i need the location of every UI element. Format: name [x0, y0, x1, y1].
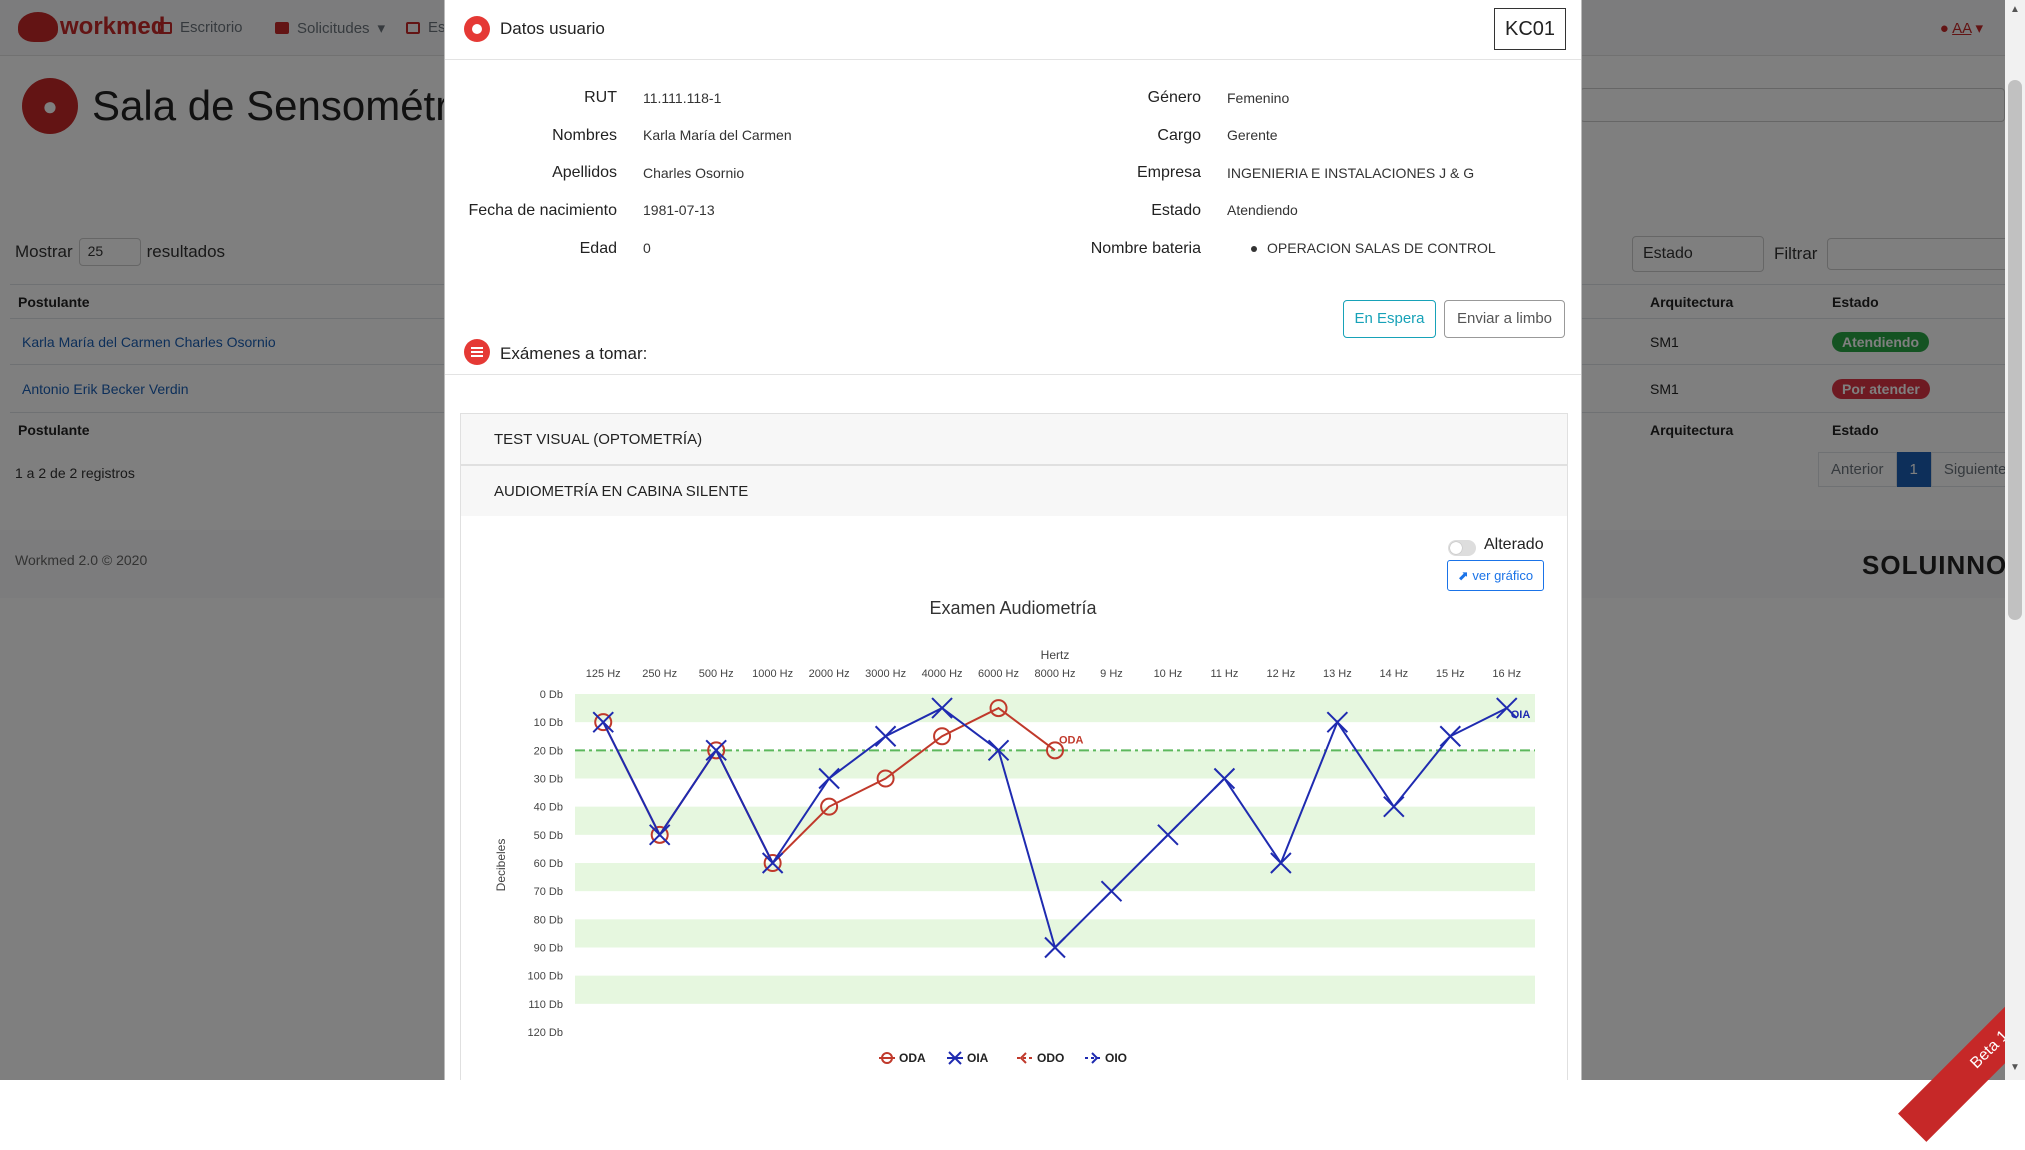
scroll-thumb[interactable]	[2008, 80, 2022, 620]
series-end-label: OIA	[1511, 709, 1531, 721]
datos-usuario-modal: Datos usuario KC01 RUT 11.111.118-1 Nomb…	[444, 0, 1582, 1080]
x-tick-label: 4000 Hz	[922, 668, 963, 680]
x-tick-label: 11 Hz	[1210, 668, 1238, 680]
x-tick-label: 3000 Hz	[865, 668, 906, 680]
legend-label: OIO	[1105, 1051, 1127, 1065]
y-tick-label: 0 Db	[540, 689, 563, 701]
series-line-oda	[602, 706, 1056, 865]
y-tick-label: 10 Db	[534, 717, 563, 729]
scroll-up-icon[interactable]: ▲	[2010, 4, 2020, 15]
legend-label: OIA	[967, 1051, 989, 1065]
grid-band	[575, 863, 1535, 892]
chart-legend: ODA OIA ODO OIO	[879, 1051, 1127, 1065]
y-tick-label: 40 Db	[534, 802, 563, 814]
x-tick-label: 125 Hz	[586, 668, 621, 680]
scroll-down-icon[interactable]: ▼	[2010, 1062, 2020, 1073]
x-tick-label: 500 Hz	[699, 668, 734, 680]
x-tick-label: 12 Hz	[1267, 668, 1296, 680]
data-point-oia	[874, 725, 897, 747]
y-tick-label: 80 Db	[534, 914, 563, 926]
y-tick-label: 20 Db	[534, 745, 563, 757]
series-end-label: ODA	[1059, 734, 1084, 746]
data-point-oia	[1439, 725, 1461, 747]
grid-band	[575, 919, 1535, 948]
x-tick-label: 10 Hz	[1154, 668, 1183, 680]
y-tick-label: 70 Db	[534, 886, 563, 898]
y-tick-label: 120 Db	[528, 1027, 563, 1039]
x-tick-label: 2000 Hz	[809, 668, 850, 680]
x-tick-label: 15 Hz	[1436, 668, 1465, 680]
audiometry-chart: Examen Audiometría Hertz Decibeles 0 Db 1…	[494, 598, 1535, 1065]
grid-band	[575, 694, 1535, 723]
x-tick-label: 16 Hz	[1492, 668, 1521, 680]
x-tick-label: 8000 Hz	[1035, 668, 1076, 680]
page-scrollbar[interactable]: ▲ ▼	[2005, 0, 2025, 1080]
y-tick-label: 60 Db	[534, 858, 563, 870]
x-tick-label: 9 Hz	[1100, 668, 1123, 680]
x-tick-label: 250 Hz	[642, 668, 677, 680]
y-axis-label: Decibeles	[494, 839, 508, 892]
chart-plot-area: 0 Db 10 Db 20 Db 30 Db 40 Db 50 Db 60 Db 70 Db 8…	[528, 668, 1535, 1039]
y-tick-label: 90 Db	[534, 943, 563, 955]
x-tick-label: 13 Hz	[1323, 668, 1352, 680]
legend-label: ODA	[899, 1051, 926, 1065]
y-tick-label: 100 Db	[528, 971, 563, 983]
legend-label: ODO	[1037, 1051, 1064, 1065]
y-tick-label: 50 Db	[534, 830, 563, 842]
chart-title: Examen Audiometría	[929, 598, 1097, 618]
x-tick-label: 6000 Hz	[978, 668, 1019, 680]
y-tick-label: 30 Db	[534, 774, 563, 786]
x-tick-label: 1000 Hz	[752, 668, 793, 680]
y-tick-label: 110 Db	[528, 999, 563, 1011]
x-tick-label: 14 Hz	[1379, 668, 1408, 680]
grid-band	[575, 975, 1535, 1004]
x-axis-label: Hertz	[1041, 648, 1070, 662]
